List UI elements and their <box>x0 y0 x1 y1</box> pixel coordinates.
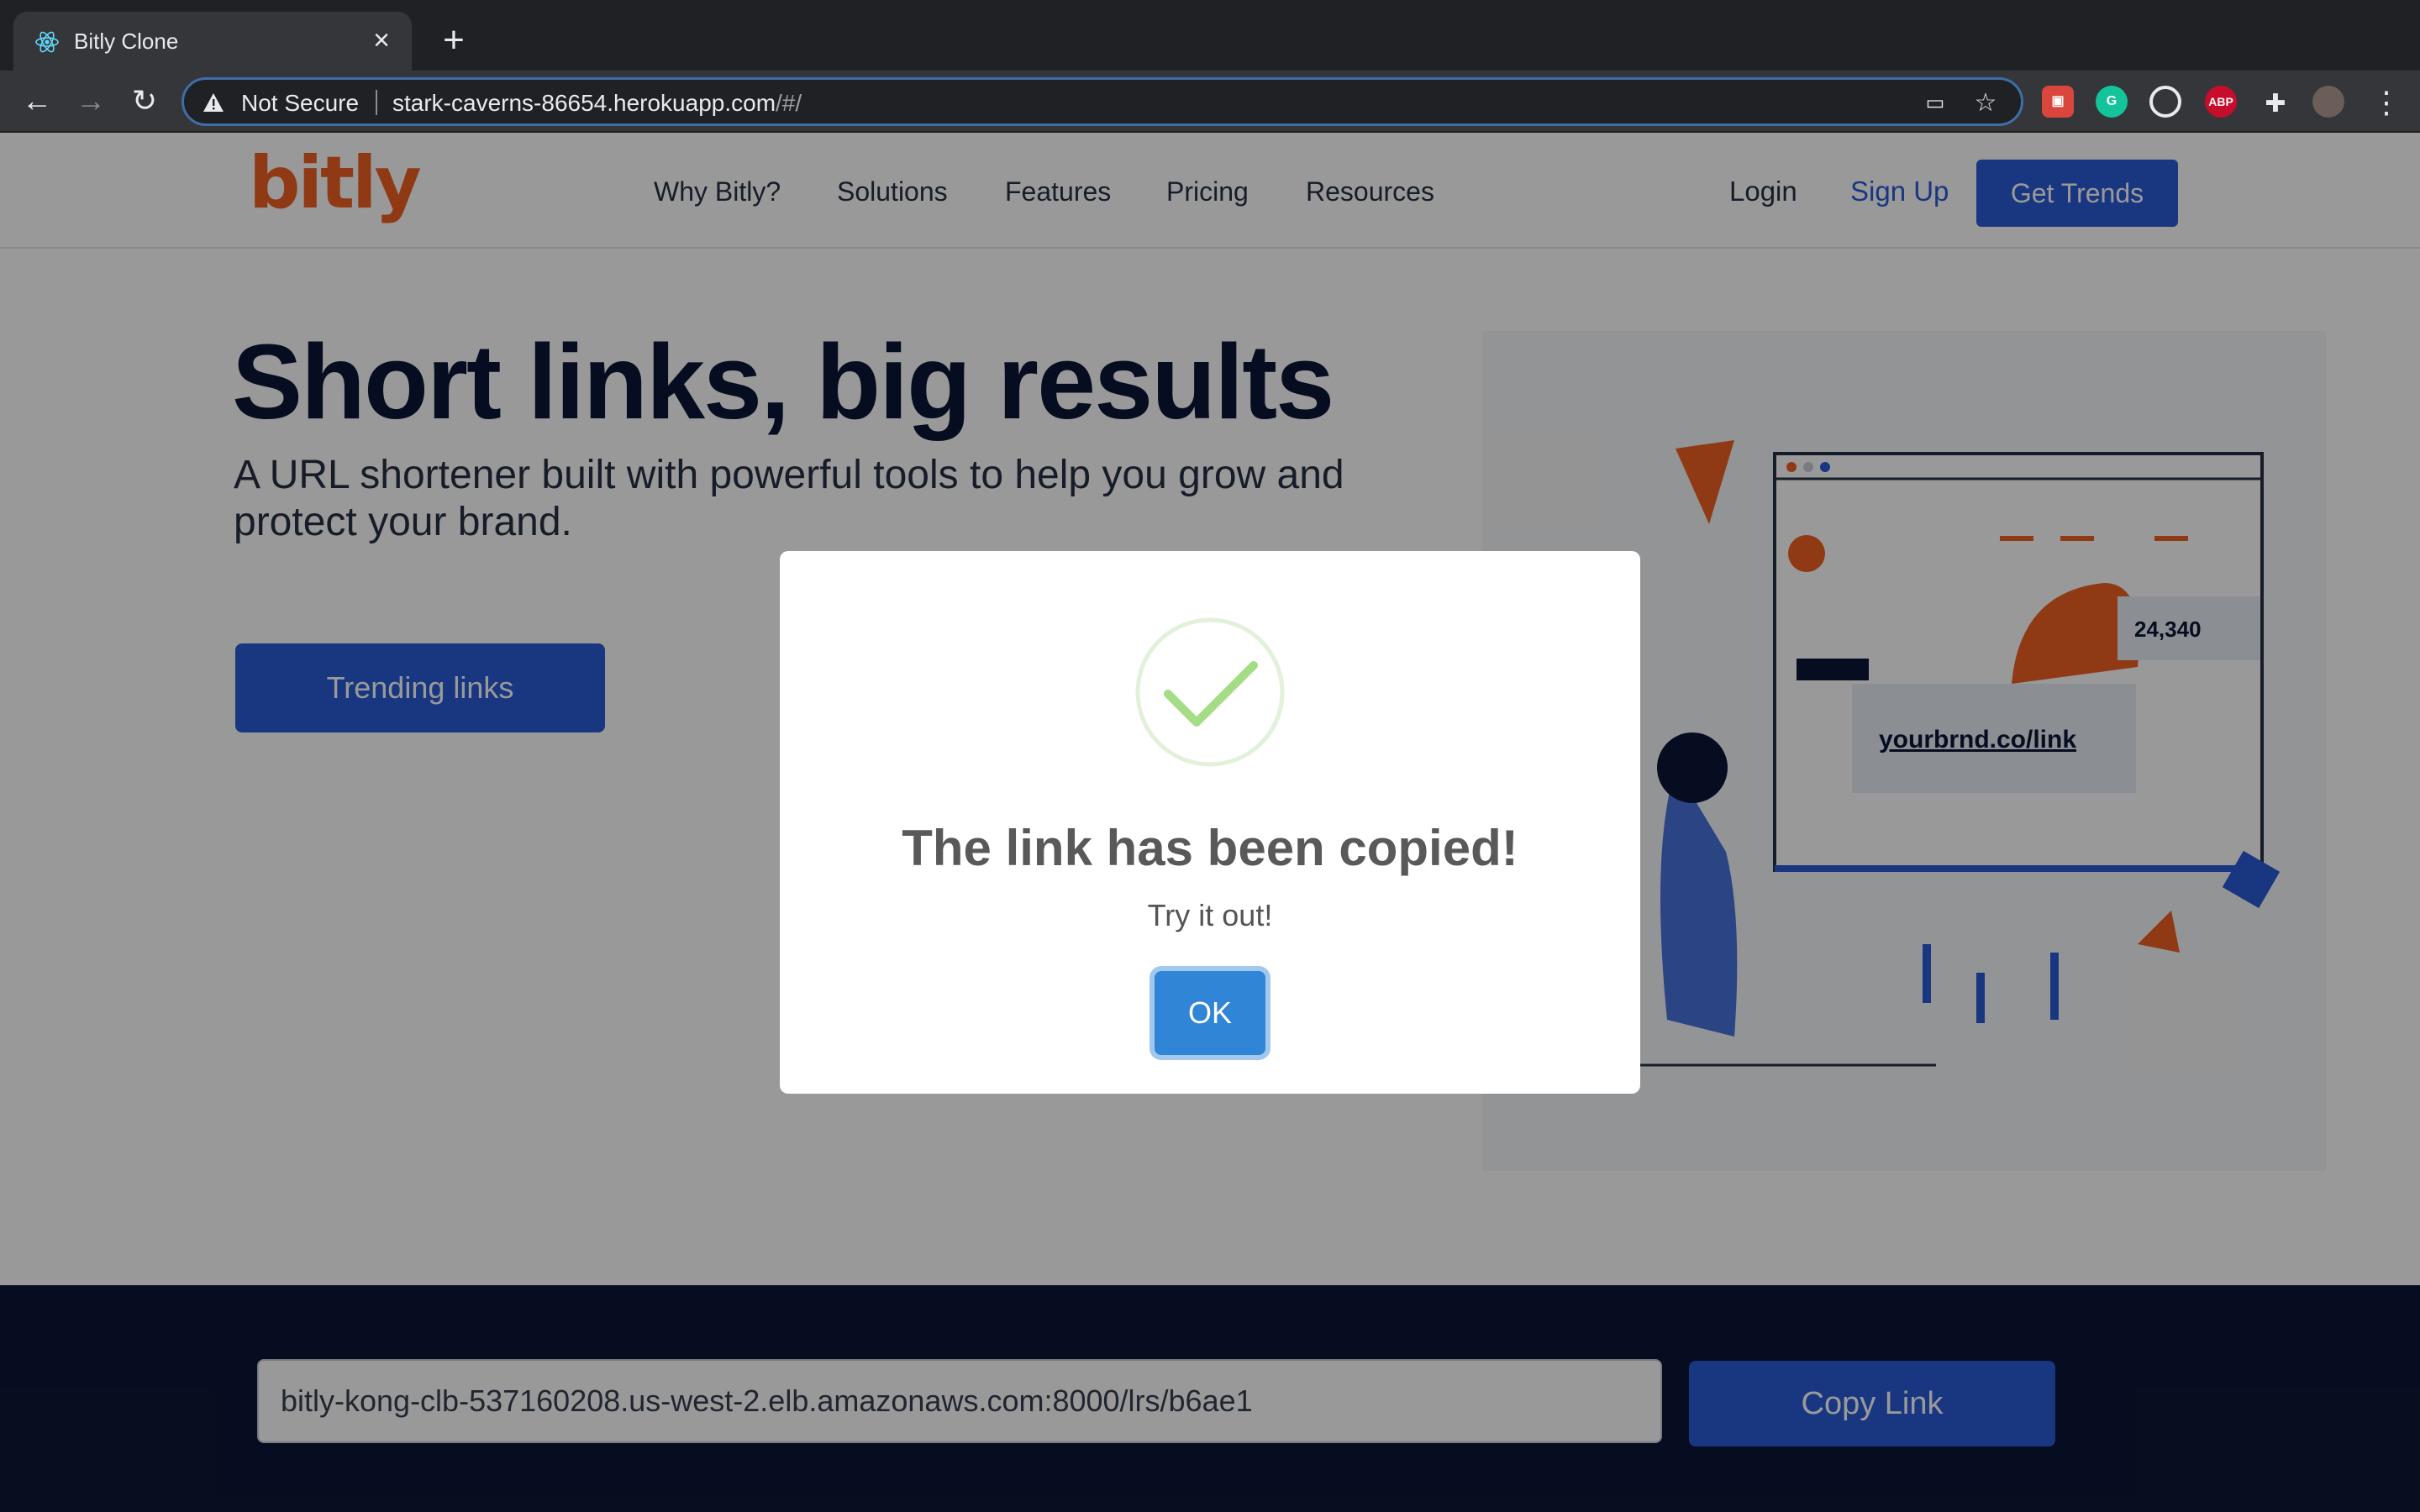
forward-arrow-icon[interactable]: → <box>72 82 109 119</box>
security-label[interactable]: Not Secure <box>241 89 359 118</box>
browser-toolbar: ← → ↻ Not Secure stark-caverns-86654.her… <box>0 71 2420 133</box>
plus-icon[interactable]: + <box>437 22 471 59</box>
url-path: /#/ <box>776 90 802 116</box>
extension-icon[interactable]: ▣ <box>2042 86 2074 118</box>
back-arrow-icon[interactable]: ← <box>18 82 55 119</box>
checkmark-success-icon <box>1135 617 1285 767</box>
star-icon[interactable]: ☆ <box>1972 90 1999 117</box>
puzzle-extensions-icon[interactable]: ✚ <box>2257 86 2294 123</box>
reload-icon[interactable]: ↻ <box>126 82 163 119</box>
tab-title: Bitly Clone <box>74 29 179 54</box>
cast-icon[interactable]: ▭ <box>1922 90 1949 117</box>
adblock-icon[interactable]: ABP <box>2205 86 2237 118</box>
close-icon[interactable]: × <box>366 25 397 55</box>
modal-title: The link has been copied! <box>902 820 1518 876</box>
grammarly-icon[interactable]: G <box>2096 86 2128 118</box>
browser-tab-bar: Bitly Clone × + <box>0 0 2420 71</box>
target-extension-icon[interactable] <box>2149 86 2181 118</box>
kebab-menu-icon[interactable]: ⋮ <box>2368 84 2405 121</box>
omnibox-divider <box>376 90 377 115</box>
react-icon <box>35 31 59 53</box>
warning-icon <box>203 93 224 112</box>
profile-avatar[interactable] <box>2312 86 2344 118</box>
browser-tab[interactable]: Bitly Clone × <box>13 12 412 71</box>
url-text[interactable]: stark-caverns-86654.herokuapp.com/#/ <box>392 89 802 118</box>
modal-text: Try it out! <box>1147 898 1273 932</box>
address-bar[interactable]: Not Secure stark-caverns-86654.herokuapp… <box>182 77 2023 126</box>
url-host: stark-caverns-86654.herokuapp.com <box>392 90 776 116</box>
success-modal: The link has been copied! Try it out! OK <box>780 551 1640 1094</box>
ok-button[interactable]: OK <box>1155 971 1265 1055</box>
